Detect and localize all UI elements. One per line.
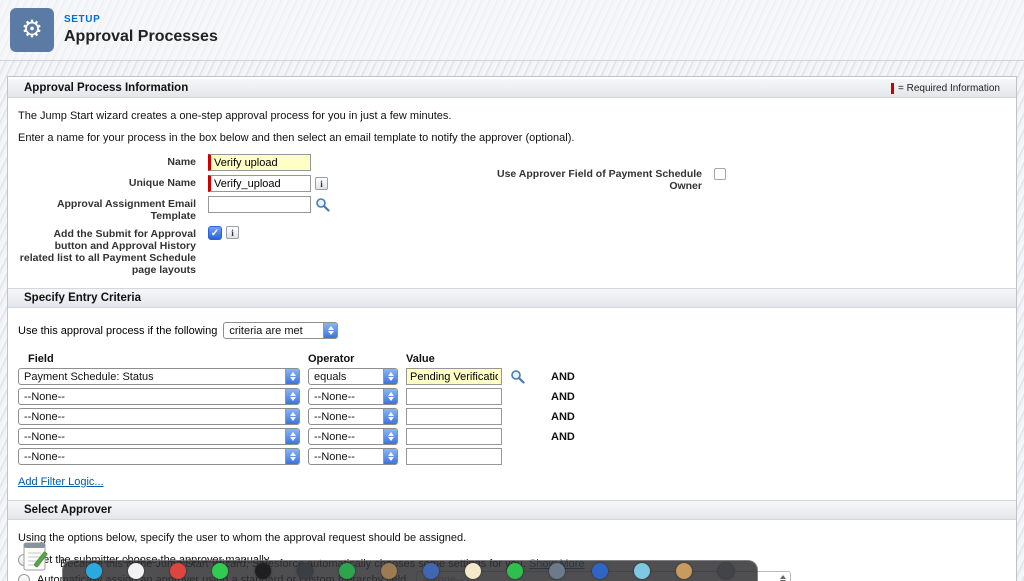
- field-select[interactable]: --None--: [18, 448, 300, 465]
- select-stepper-icon: [383, 389, 397, 404]
- email-template-input[interactable]: [208, 196, 311, 213]
- criteria-column-headers: Field Operator Value: [18, 353, 1006, 365]
- select-stepper-icon: [285, 429, 299, 444]
- operator-select[interactable]: --None--: [308, 408, 398, 425]
- criteria-lead: Use this approval process if the followi…: [18, 322, 1006, 339]
- app-lightblue-dock-icon[interactable]: [634, 563, 650, 579]
- field-select[interactable]: --None--: [18, 428, 300, 445]
- approver-field-label: Use Approver Field of Payment Schedule O…: [470, 168, 702, 192]
- field-select[interactable]: Payment Schedule: Status: [18, 368, 300, 385]
- section2-title: Specify Entry Criteria: [24, 292, 141, 304]
- setup-breadcrumb: SETUP: [64, 14, 218, 25]
- package-dock-icon[interactable]: [676, 563, 692, 579]
- dock: [62, 560, 758, 581]
- unique-name-input[interactable]: [208, 175, 311, 192]
- section3-title: Select Approver: [24, 504, 112, 516]
- required-bar-icon: [891, 83, 894, 94]
- info-icon[interactable]: i: [226, 226, 239, 239]
- criteria-row-2: --None-- --None-- AND: [18, 388, 1006, 405]
- criteria-lead-text: Use this approval process if the followi…: [18, 325, 217, 337]
- setup-app-tile[interactable]: ⚙: [10, 8, 54, 52]
- operator-select[interactable]: --None--: [308, 388, 398, 405]
- select-stepper-icon: [323, 323, 337, 338]
- app-gray-dock-icon[interactable]: [549, 563, 565, 579]
- select-stepper-icon: [285, 409, 299, 424]
- browser-dock-icon[interactable]: [128, 563, 144, 579]
- value-input[interactable]: [406, 388, 502, 405]
- lookup-magnifier-icon[interactable]: [510, 369, 525, 384]
- add-submit-row: Add the Submit for Approval button and A…: [18, 226, 1006, 276]
- conjunction-label: AND: [551, 431, 575, 443]
- conjunction-label: AND: [551, 371, 575, 383]
- notepad-icon: [20, 537, 50, 576]
- field-select[interactable]: --None--: [18, 388, 300, 405]
- select-stepper-icon: [285, 389, 299, 404]
- photos-dock-icon[interactable]: [381, 563, 397, 579]
- criteria-row-1: Payment Schedule: Status equals AND: [18, 368, 1006, 385]
- approver-field-checkbox[interactable]: [714, 168, 726, 180]
- page: ⚙ SETUP Approval Processes Approval Proc…: [0, 0, 1024, 581]
- whatsapp-dock-icon[interactable]: [212, 563, 228, 579]
- column-header-operator: Operator: [308, 353, 406, 365]
- select-stepper-icon: [383, 449, 397, 464]
- add-filter-logic-link[interactable]: Add Filter Logic...: [18, 476, 104, 488]
- section1-title: Approval Process Information: [24, 82, 188, 94]
- email-template-row: Approval Assignment Email Template: [18, 196, 1006, 222]
- name-input[interactable]: [208, 154, 311, 171]
- value-input[interactable]: [406, 408, 502, 425]
- app-dark-dock-icon[interactable]: [718, 563, 734, 579]
- operator-select[interactable]: equals: [308, 368, 398, 385]
- twitter-dock-icon[interactable]: [86, 563, 102, 579]
- select-stepper-icon: [383, 409, 397, 424]
- intro-line-2: Enter a name for your process in the box…: [18, 132, 1006, 144]
- select-stepper-icon: [285, 449, 299, 464]
- info-icon[interactable]: i: [315, 177, 328, 190]
- operator-select[interactable]: --None--: [308, 448, 398, 465]
- conjunction-label: AND: [551, 411, 575, 423]
- value-input[interactable]: [406, 368, 502, 385]
- approval-info-body: The Jump Start wizard creates a one-step…: [8, 98, 1016, 288]
- code-editor-dock-icon[interactable]: [297, 563, 313, 579]
- field-select[interactable]: --None--: [18, 408, 300, 425]
- criteria-row-4: --None-- --None-- AND: [18, 428, 1006, 445]
- add-submit-label: Add the Submit for Approval button and A…: [18, 226, 196, 276]
- downloads-dock-icon[interactable]: [507, 563, 523, 579]
- section-select-approver: Select Approver: [8, 500, 1016, 520]
- column-header-value: Value: [406, 353, 502, 365]
- value-input[interactable]: [406, 448, 502, 465]
- email-template-label: Approval Assignment Email Template: [18, 196, 196, 222]
- column-header-field: Field: [18, 353, 308, 365]
- select-stepper-icon: [383, 429, 397, 444]
- add-submit-checkbox[interactable]: ✓: [208, 226, 222, 240]
- select-stepper-icon: [383, 369, 397, 384]
- recorder-dock-icon[interactable]: [170, 563, 186, 579]
- setup-header: ⚙ SETUP Approval Processes: [0, 0, 1024, 61]
- required-info-text: = Required Information: [898, 83, 1000, 94]
- terminal-dock-icon[interactable]: [255, 563, 271, 579]
- entry-criteria-body: Use this approval process if the followi…: [8, 308, 1016, 500]
- criteria-row-3: --None-- --None-- AND: [18, 408, 1006, 425]
- gear-icon: ⚙: [21, 18, 43, 42]
- select-stepper-icon: [285, 369, 299, 384]
- app-blue-dock-icon[interactable]: [592, 563, 608, 579]
- name-label: Name: [18, 154, 196, 168]
- operator-select[interactable]: --None--: [308, 428, 398, 445]
- unique-name-label: Unique Name: [18, 175, 196, 189]
- page-title: Approval Processes: [64, 28, 218, 46]
- required-info-legend: = Required Information: [891, 83, 1000, 94]
- conjunction-label: AND: [551, 391, 575, 403]
- intro-line-1: The Jump Start wizard creates a one-step…: [18, 110, 1006, 122]
- notes-dock-icon[interactable]: [465, 563, 481, 579]
- value-input[interactable]: [406, 428, 502, 445]
- section-specify-entry-criteria: Specify Entry Criteria: [8, 288, 1016, 308]
- select-stepper-icon: [776, 572, 790, 581]
- lookup-magnifier-icon[interactable]: [315, 197, 330, 212]
- content-box: Approval Process Information = Required …: [7, 76, 1017, 581]
- approver-field-row: Use Approver Field of Payment Schedule O…: [470, 168, 726, 192]
- criteria-mode-select[interactable]: criteria are met: [223, 322, 338, 339]
- section-approval-process-information: Approval Process Information = Required …: [8, 79, 1016, 98]
- facebook-dock-icon[interactable]: [423, 563, 439, 579]
- spreadsheet-dock-icon[interactable]: [339, 563, 355, 579]
- criteria-row-5: --None-- --None--: [18, 448, 1006, 465]
